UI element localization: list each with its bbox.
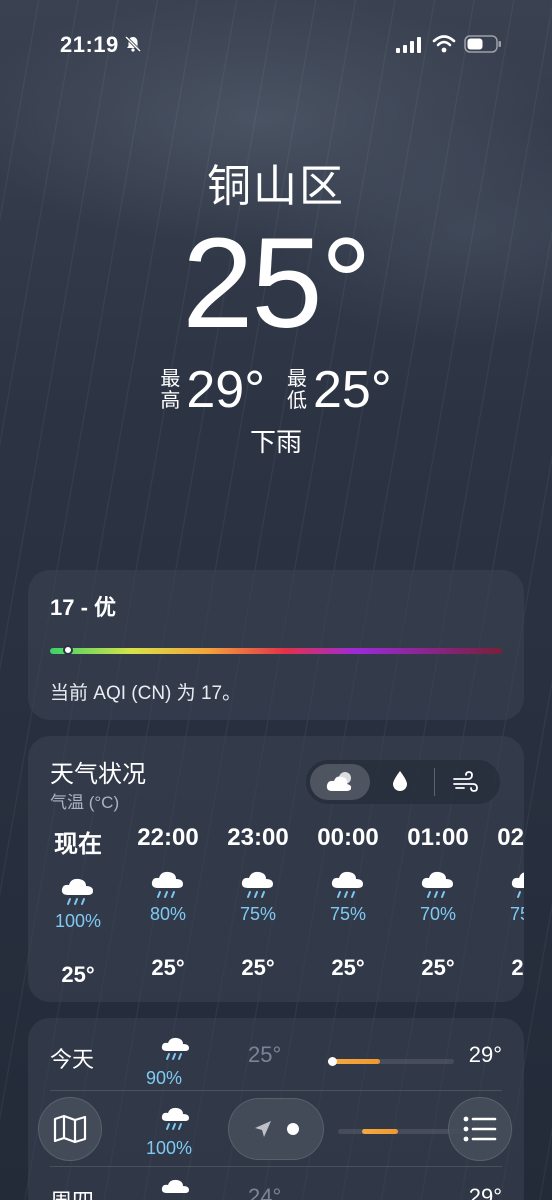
hour-label: 00:00 — [317, 824, 379, 851]
day-temp-range-fill — [362, 1129, 398, 1134]
metric-segmented-control[interactable] — [306, 760, 500, 804]
day-name: 周四 — [50, 1184, 94, 1200]
hour-label: 22:00 — [137, 824, 199, 851]
segment-conditions[interactable] — [310, 764, 370, 800]
cloud-rain-icon — [161, 1037, 189, 1060]
day-precip: 100% — [146, 1138, 193, 1158]
hour-column: 01:00 70% 25° — [393, 824, 483, 981]
status-bar: 21:19 — [0, 0, 552, 90]
high-temp-group: 最 高 29° — [160, 360, 265, 420]
high-label: 最 高 — [160, 368, 180, 412]
wifi-icon — [432, 35, 456, 53]
hour-temp: 25° — [61, 962, 95, 987]
high-temp: 29° — [186, 361, 265, 419]
aqi-title: 17 - 优 — [50, 595, 117, 620]
aqi-scale-bar — [50, 645, 502, 655]
hour-label: 现在 — [54, 831, 102, 858]
map-icon — [53, 1114, 87, 1144]
day-high: 29° — [468, 1042, 502, 1067]
hour-label: 01:00 — [407, 824, 469, 851]
high-label-char-1: 最 — [160, 368, 181, 390]
row-divider — [50, 1090, 502, 1091]
hour-temp: 25° — [421, 955, 455, 980]
list-button[interactable] — [448, 1097, 512, 1161]
hourly-forecast-card[interactable]: 天气状况 气温 (°C) 现在 100% 25° 22:00 80% 25° 2… — [28, 736, 524, 1002]
day-temp-range — [328, 1057, 454, 1066]
row-divider — [50, 1166, 502, 1167]
hour-temp: 25° — [151, 955, 185, 980]
hour-column: 00:00 75% 25° — [303, 824, 393, 981]
city-name: 铜山区 — [207, 162, 345, 211]
day-row-today[interactable]: 今天 90% 25° 29° — [28, 1026, 524, 1096]
weather-header: 铜山区 25° 最 高 29° 最 低 25° 下雨 — [0, 150, 552, 457]
cloud-rain-icon — [241, 871, 273, 898]
cloud-moon-icon — [326, 772, 352, 791]
current-temperature: 25° — [182, 212, 372, 355]
bell-muted-icon — [124, 35, 142, 53]
hour-column: 23:00 75% 25° — [213, 824, 303, 981]
aqi-card[interactable]: 17 - 优 当前 AQI (CN) 为 17。 — [28, 570, 524, 720]
hour-temp: 25° — [241, 955, 275, 980]
battery-icon — [464, 35, 501, 53]
weather-condition: 下雨 — [249, 427, 302, 457]
hour-precip: 75% — [239, 904, 277, 924]
hourly-title: 天气状况 — [50, 761, 146, 788]
low-temp: 25° — [313, 361, 392, 419]
page-indicator[interactable] — [228, 1098, 324, 1160]
day-precip: 90% — [146, 1068, 183, 1088]
day-name: 今天 — [50, 1047, 95, 1072]
aqi-indicator — [63, 645, 74, 655]
hour-precip: 80% — [149, 904, 187, 924]
current-temp-dot — [328, 1057, 337, 1066]
aqi-description: 当前 AQI (CN) 为 17。 — [50, 683, 242, 704]
hour-precip: 70% — [419, 904, 457, 924]
hour-precip: 75% — [509, 904, 524, 924]
cloud-rain-icon — [161, 1107, 189, 1130]
high-low: 最 高 29° 最 低 25° — [0, 360, 552, 420]
low-label-char-2: 低 — [287, 390, 307, 412]
day-high: 29° — [468, 1184, 502, 1200]
day-low: 24° — [248, 1184, 282, 1200]
location-arrow-icon[interactable] — [253, 1119, 273, 1139]
hour-precip: 75% — [329, 904, 367, 924]
hour-temp: 25° — [331, 955, 365, 980]
signal-icon — [396, 37, 421, 53]
low-label-char-1: 最 — [287, 368, 307, 390]
cloud-rain-icon — [331, 871, 363, 898]
cloud-rain-icon — [511, 872, 524, 898]
day-temp-range — [338, 1129, 464, 1134]
day-low: 25° — [248, 1042, 282, 1067]
wind-icon[interactable] — [452, 771, 478, 793]
cloud-rain-icon — [61, 878, 93, 905]
drop-icon[interactable] — [392, 770, 408, 792]
map-button[interactable] — [38, 1097, 102, 1161]
hourly-subtitle: 气温 (°C) — [50, 793, 120, 812]
list-icon — [463, 1116, 497, 1142]
hour-label: 02:00 — [497, 824, 524, 851]
hour-column: 02:00 75% 25° — [483, 824, 524, 981]
low-label: 最 低 — [287, 368, 307, 412]
hour-label: 23:00 — [227, 824, 289, 851]
low-temp-group: 最 低 25° — [287, 360, 392, 420]
cloud-rain-icon — [161, 1179, 189, 1193]
high-label-char-2: 高 — [160, 390, 181, 412]
segment-divider — [434, 768, 435, 796]
day-row-thursday[interactable]: 周四 24° 29° — [28, 1168, 524, 1200]
status-time: 21:19 — [60, 32, 119, 57]
cloud-rain-icon — [421, 871, 453, 898]
hour-precip: 100% — [54, 911, 102, 931]
cloud-rain-icon — [151, 871, 183, 898]
page-dot[interactable] — [287, 1123, 299, 1135]
hour-temp: 25° — [511, 955, 524, 980]
hourly-scroller[interactable]: 现在 100% 25° 22:00 80% 25° 23:00 75% 25° … — [28, 824, 524, 994]
hour-column: 现在 100% 25° — [33, 824, 123, 988]
hour-column: 22:00 80% 25° — [123, 824, 213, 981]
